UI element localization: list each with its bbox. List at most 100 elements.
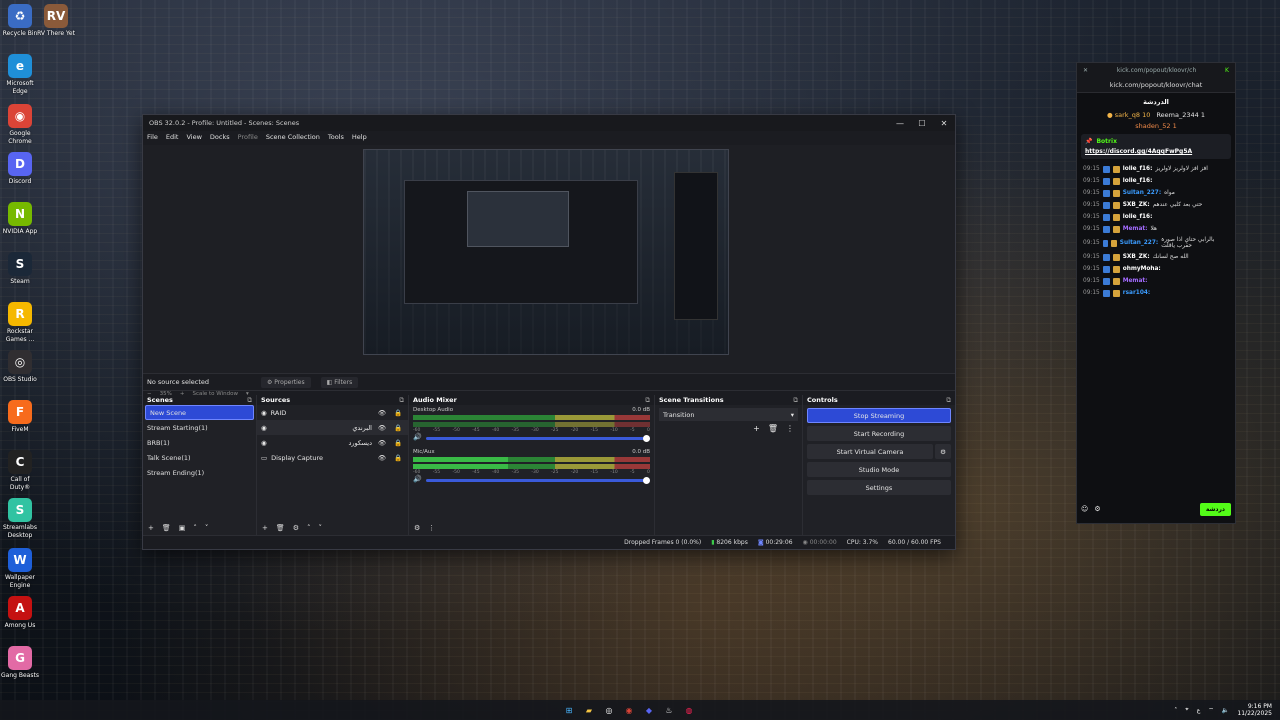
more-icon[interactable]: ⋮: [428, 524, 435, 532]
scene-item[interactable]: Talk Scene(1): [143, 450, 256, 465]
filter-icon[interactable]: ▣: [179, 524, 186, 532]
start-recording-button[interactable]: Start Recording: [807, 426, 951, 441]
message-username[interactable]: Sultan_227:: [1123, 190, 1161, 196]
message-username[interactable]: rsar104:: [1123, 290, 1151, 296]
transition-select[interactable]: Transition ▾: [659, 408, 798, 421]
desktop-shortcut[interactable]: F FiveM: [0, 400, 40, 434]
trash-icon[interactable]: 🗑: [276, 524, 285, 532]
filters-button[interactable]: ◧ Filters: [320, 376, 359, 388]
move-down-icon[interactable]: ˅: [319, 524, 323, 532]
menu-scene-collection[interactable]: Scene Collection: [266, 133, 320, 141]
chat-message[interactable]: 09:15 rsar104:: [1077, 287, 1235, 299]
desktop-shortcut[interactable]: ◉ Google Chrome: [0, 104, 40, 146]
message-username[interactable]: SXB_ZK:: [1123, 254, 1150, 260]
message-username[interactable]: ohmyMoha:: [1123, 266, 1161, 272]
windows-start-icon[interactable]: ⊞: [562, 703, 576, 717]
close-icon[interactable]: ✕: [933, 115, 955, 131]
move-down-icon[interactable]: ˅: [205, 524, 209, 532]
gear-icon[interactable]: ⚙: [935, 444, 951, 459]
desktop-shortcut[interactable]: C Call of Duty®: [0, 450, 40, 492]
source-item[interactable]: ▭ Display Capture 👁 🔒: [257, 450, 408, 465]
minimize-icon[interactable]: —: [889, 115, 911, 131]
trash-icon[interactable]: 🗑: [162, 524, 171, 532]
menu-file[interactable]: File: [147, 133, 158, 141]
dock-menu-icon[interactable]: ⧉: [645, 396, 650, 405]
obs-window[interactable]: OBS 32.0.2 - Profile: Untitled - Scenes:…: [142, 114, 956, 550]
message-username[interactable]: SXB_ZK:: [1123, 202, 1150, 208]
mixer-settings-icon[interactable]: ⚙: [414, 524, 420, 532]
more-icon[interactable]: ⋮: [786, 424, 794, 433]
desktop-shortcut[interactable]: ◎ OBS Studio: [0, 350, 40, 384]
chat-window[interactable]: ✕ kick.com/popout/kloovr/ch K kick.com/p…: [1076, 62, 1236, 524]
gear-icon[interactable]: ⚙: [293, 524, 299, 532]
clock[interactable]: 9:16 PM 11/22/2025: [1237, 703, 1272, 717]
desktop-shortcut[interactable]: RV RV There Yet: [36, 4, 76, 38]
menu-edit[interactable]: Edit: [166, 133, 179, 141]
speaker-icon[interactable]: 🔊: [413, 475, 422, 483]
desktop-shortcut[interactable]: W Wallpaper Engine: [0, 548, 40, 590]
virtual-camera-button[interactable]: Start Virtual Camera: [807, 444, 933, 459]
pinned-link[interactable]: https://discord.gg/4AqqFwPg5A: [1085, 148, 1227, 155]
dock-menu-icon[interactable]: ⧉: [399, 396, 404, 405]
menu-view[interactable]: View: [186, 133, 201, 141]
dock-menu-icon[interactable]: ⧉: [793, 396, 798, 405]
emote-picker-icon[interactable]: ☺: [1081, 505, 1088, 513]
discord-taskbar-icon[interactable]: ◆: [642, 703, 656, 717]
chat-message[interactable]: 09:15 lolie_f16:: [1077, 175, 1235, 187]
lock-icon[interactable]: 🔒: [392, 424, 404, 432]
obs-taskbar-icon[interactable]: ◎: [602, 703, 616, 717]
volume-slider[interactable]: [425, 477, 651, 484]
chat-message[interactable]: 09:15 lolie_f16: افز افز لاولريز لاولريز: [1077, 163, 1235, 175]
menu-docks[interactable]: Docks: [210, 133, 230, 141]
pinned-message[interactable]: 📌 Botrix https://discord.gg/4AqqFwPg5A: [1081, 134, 1231, 159]
stop-streaming-button[interactable]: Stop Streaming: [807, 408, 951, 423]
scene-item[interactable]: New Scene: [145, 405, 254, 420]
file-explorer-icon[interactable]: ▰: [582, 703, 596, 717]
steam-taskbar-icon[interactable]: ♨: [662, 703, 676, 717]
trash-icon[interactable]: 🗑: [768, 424, 778, 433]
chat-message[interactable]: 09:15 lolie_f16:: [1077, 211, 1235, 223]
desktop-shortcut[interactable]: A Among Us: [0, 596, 40, 630]
message-username[interactable]: Memat:: [1123, 226, 1148, 232]
eye-icon[interactable]: 👁: [376, 439, 388, 447]
desktop-shortcut[interactable]: e Microsoft Edge: [0, 54, 40, 96]
scene-item[interactable]: BRB(1): [143, 435, 256, 450]
properties-button[interactable]: ⚙ Properties: [261, 376, 311, 388]
chat-message[interactable]: 09:15 Sultan_227: مواه: [1077, 187, 1235, 199]
lock-icon[interactable]: 🔒: [392, 454, 404, 462]
scene-item[interactable]: Stream Ending(1): [143, 465, 256, 480]
volume-slider[interactable]: [425, 435, 651, 442]
chat-message[interactable]: 09:15 SXB_ZK: حتي بعد كلبي عندهم: [1077, 199, 1235, 211]
chat-message[interactable]: 09:15 Memat:: [1077, 275, 1235, 287]
eye-icon[interactable]: 👁: [376, 424, 388, 432]
desktop-shortcut[interactable]: S Streamlabs Desktop: [0, 498, 40, 540]
move-up-icon[interactable]: ˄: [193, 524, 197, 532]
menu-tools[interactable]: Tools: [328, 133, 344, 141]
close-icon[interactable]: ✕: [1083, 67, 1088, 74]
move-up-icon[interactable]: ˄: [307, 524, 311, 532]
message-username[interactable]: lolie_f16:: [1123, 178, 1153, 184]
add-icon[interactable]: +: [753, 424, 760, 433]
lock-icon[interactable]: 🔒: [392, 439, 404, 447]
source-item[interactable]: ◉ RAID 👁 🔒: [257, 405, 408, 420]
message-username[interactable]: Memat:: [1123, 278, 1148, 284]
stream-preview[interactable]: [363, 149, 729, 355]
desktop-shortcut[interactable]: G Gang Beasts: [0, 646, 40, 680]
chat-send-button[interactable]: دردشة: [1199, 502, 1231, 516]
scene-item[interactable]: Stream Starting(1): [143, 420, 256, 435]
desktop-shortcut[interactable]: ♻ Recycle Bin: [0, 4, 40, 38]
chat-message[interactable]: 09:15 ohmyMoha:: [1077, 263, 1235, 275]
gear-icon[interactable]: ⚙: [1094, 505, 1100, 513]
desktop-shortcut[interactable]: N NVIDIA App: [0, 202, 40, 236]
obs-titlebar[interactable]: OBS 32.0.2 - Profile: Untitled - Scenes:…: [143, 115, 955, 131]
volume-icon[interactable]: 🔈: [1222, 707, 1229, 714]
menu-profile[interactable]: Profile: [238, 133, 258, 141]
menu-help[interactable]: Help: [352, 133, 367, 141]
chat-message[interactable]: 09:15 SXB_ZK: الله صح لسانك: [1077, 251, 1235, 263]
desktop-shortcut[interactable]: D Discord: [0, 152, 40, 186]
desktop-shortcut[interactable]: R Rockstar Games ...: [0, 302, 40, 344]
language-icon[interactable]: ع: [1197, 707, 1201, 714]
message-username[interactable]: lolie_f16:: [1123, 166, 1153, 172]
add-icon[interactable]: +: [148, 524, 154, 532]
chrome-taskbar-icon[interactable]: ◉: [622, 703, 636, 717]
